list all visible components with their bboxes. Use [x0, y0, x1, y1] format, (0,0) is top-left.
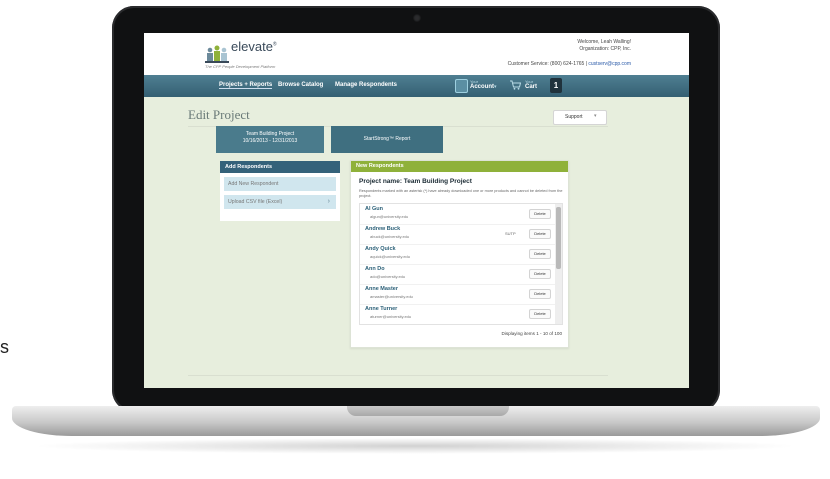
list-item: Andrew Buck abuck@university.edu SUTP De…: [360, 224, 555, 245]
respondent-badge: SUTP: [505, 231, 516, 236]
laptop-notch: [347, 406, 509, 416]
account-caret-icon: ▾: [494, 84, 497, 90]
support-label: Support: [565, 114, 583, 120]
app-header: elevate® The CPP People Development Plat…: [144, 33, 689, 75]
delete-button[interactable]: Delete: [529, 249, 551, 259]
support-dropdown[interactable]: Support ▾: [553, 110, 607, 125]
tab-startstrong-report[interactable]: StartStrong™ Report: [331, 126, 443, 153]
respondent-email: aquick@university.edu: [370, 254, 411, 259]
camera-icon: [413, 14, 421, 22]
respondent-name[interactable]: Anne Master: [365, 286, 398, 292]
chevron-down-icon: ▾: [594, 113, 597, 119]
add-respondents-header: Add Respondents: [220, 161, 340, 173]
elevate-logo[interactable]: elevate® The CPP People Development Plat…: [205, 37, 325, 71]
welcome-text: Welcome, Leah Walling!: [577, 39, 631, 45]
list-item: Anne Master amaster@university.edu Delet…: [360, 284, 555, 305]
organization-text: Organization: CPP, Inc.: [579, 46, 631, 52]
asterisk-note: Respondents marked with an asterisk (*) …: [359, 189, 563, 198]
list-item: Al Gun algun@university.edu Delete: [360, 204, 555, 225]
welcome-block: Welcome, Leah Walling! Organization: CPP…: [577, 39, 631, 53]
respondent-email: abuck@university.edu: [370, 234, 410, 239]
main-nav: Projects + Reports Browse Catalog Manage…: [144, 75, 689, 97]
project-name: Project name: Team Building Project: [359, 178, 472, 185]
customer-service-email-link[interactable]: custserv@cpp.com: [588, 61, 631, 67]
logo-wordmark: elevate®: [231, 39, 277, 54]
upload-csv-button[interactable]: Upload CSV file (Excel) ›: [224, 195, 336, 209]
logo-tagline: The CPP People Development Platform: [205, 64, 276, 69]
edge-text-fragment: s: [0, 337, 9, 357]
add-respondents-panel: Add Respondents Add New Respondent Uploa…: [220, 161, 340, 221]
tab-team-building-project[interactable]: Team Building Project 10/16/2013 - 12/31…: [216, 126, 324, 153]
page-title: Edit Project: [188, 107, 250, 122]
cart-count-badge[interactable]: 1: [550, 78, 562, 93]
people-logo-icon: [205, 45, 229, 63]
delete-button[interactable]: Delete: [529, 289, 551, 299]
nav-browse-catalog[interactable]: Browse Catalog: [278, 82, 323, 88]
delete-button[interactable]: Delete: [529, 229, 551, 239]
cart-icon: [510, 80, 521, 90]
tab-project-name: Team Building Project: [245, 131, 295, 137]
tab-project-dates: 10/16/2013 - 12/31/2013: [242, 138, 298, 144]
add-new-respondent-label: Add New Respondent: [228, 181, 279, 187]
new-respondents-header: New Respondents: [351, 161, 568, 172]
respondent-name[interactable]: Ann Do: [365, 266, 385, 272]
respondent-list: Al Gun algun@university.edu Delete Andre…: [359, 203, 563, 325]
cart-label: Cart: [525, 84, 538, 90]
delete-button[interactable]: Delete: [529, 269, 551, 279]
list-scrollbar[interactable]: [555, 204, 562, 324]
laptop-shadow: [30, 438, 800, 454]
list-item: Ann Do ado@university.edu Delete: [360, 264, 555, 285]
delete-button[interactable]: Delete: [529, 309, 551, 319]
account-label: Account: [470, 84, 494, 90]
customer-service-text: Customer Service: (800) 624-1765 |: [507, 61, 588, 67]
respondent-email: algun@university.edu: [370, 214, 409, 219]
footer-divider: [188, 375, 608, 376]
respondent-name[interactable]: Anne Turner: [365, 306, 397, 312]
list-item: Andy Quick aquick@university.edu Delete: [360, 244, 555, 265]
laptop-base: [12, 406, 820, 436]
respondent-email: aturner@university.edu: [370, 314, 412, 319]
upload-csv-label: Upload CSV file (Excel): [228, 199, 283, 205]
add-new-respondent-button[interactable]: Add New Respondent: [224, 177, 336, 191]
respondent-name[interactable]: Andrew Buck: [365, 226, 400, 232]
scrollbar-thumb[interactable]: [556, 207, 561, 269]
respondent-name[interactable]: Andy Quick: [365, 246, 396, 252]
new-respondents-panel: New Respondents Project name: Team Build…: [350, 160, 569, 348]
tab-report-name: StartStrong™ Report: [363, 136, 411, 142]
respondent-email: amaster@university.edu: [370, 294, 413, 299]
app-screen: elevate® The CPP People Development Plat…: [144, 33, 689, 388]
nav-projects-reports[interactable]: Projects + Reports: [219, 82, 273, 89]
nav-manage-respondents[interactable]: Manage Respondents: [335, 82, 397, 88]
chevron-right-icon: ›: [327, 198, 330, 205]
list-item: Anne Turner aturner@university.edu Delet…: [360, 304, 555, 324]
respondent-name[interactable]: Al Gun: [365, 206, 383, 212]
pagination-status: Displaying items 1 - 10 of 100: [501, 331, 562, 336]
respondent-email: ado@university.edu: [370, 274, 406, 279]
account-icon: [455, 79, 468, 93]
delete-button[interactable]: Delete: [529, 209, 551, 219]
customer-service: Customer Service: (800) 624-1765 | custs…: [508, 61, 631, 67]
